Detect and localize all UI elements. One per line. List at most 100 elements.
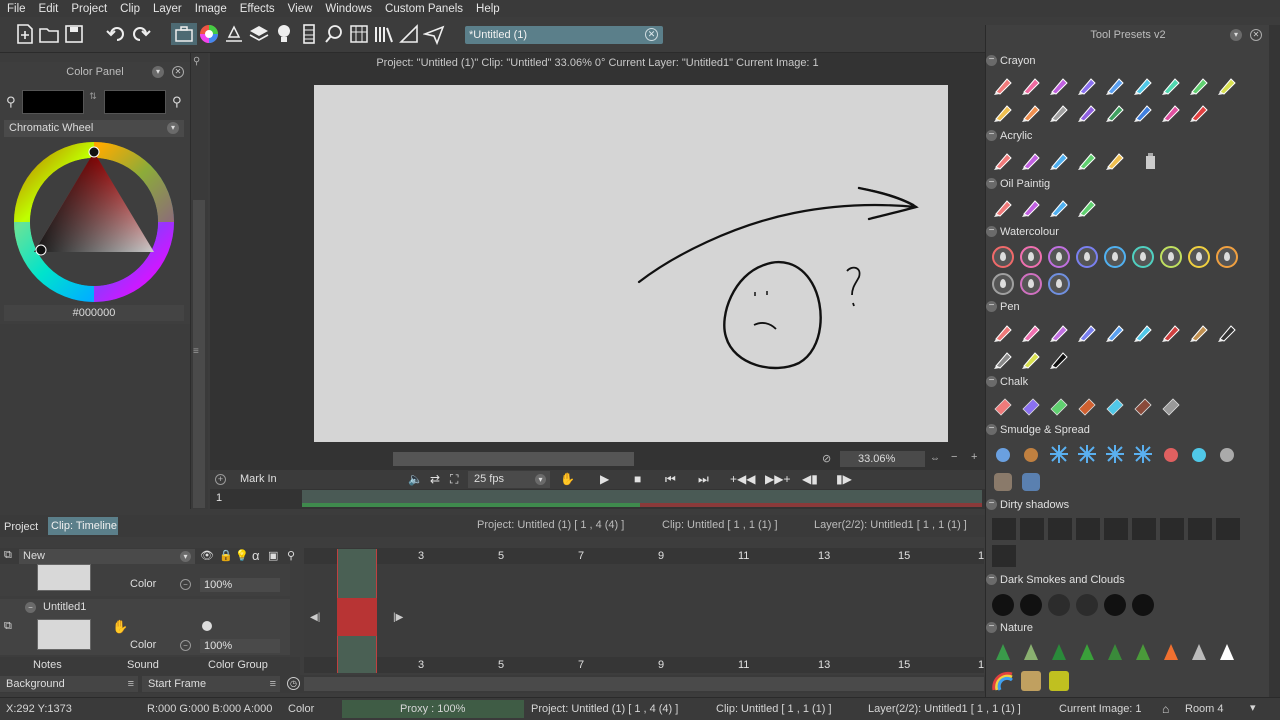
smudge-preset-icon[interactable] <box>1160 443 1182 465</box>
nature-preset-icon[interactable] <box>1104 642 1126 664</box>
trim-right-icon[interactable]: |▶ <box>393 612 403 623</box>
spray-can-icon[interactable] <box>1138 149 1160 171</box>
pin-icon[interactable]: ⚲ <box>193 56 200 67</box>
pen-preset-icon[interactable] <box>1160 321 1182 343</box>
nature-preset-icon[interactable] <box>1132 642 1154 664</box>
toolbox-icon[interactable] <box>171 23 197 45</box>
oil-preset-icon[interactable] <box>992 196 1014 218</box>
watercolour-preset-icon[interactable] <box>1132 246 1154 268</box>
stop-icon[interactable]: ■ <box>634 470 641 489</box>
smoke-preset-icon[interactable] <box>1020 594 1042 616</box>
chalk-preset-icon[interactable] <box>1160 395 1182 417</box>
oil-preset-icon[interactable] <box>1076 196 1098 218</box>
eyedropper-icon[interactable]: ⚲ <box>172 94 182 110</box>
previous-frame-icon[interactable]: ◀▮ <box>802 470 818 489</box>
mark-in-label[interactable]: Mark In <box>240 473 277 485</box>
crayon-preset-icon[interactable] <box>992 101 1014 123</box>
nature-preset-icon[interactable] <box>1048 670 1070 692</box>
watercolour-preset-icon[interactable] <box>1216 246 1238 268</box>
collapse-icon[interactable]: ▾ <box>152 66 164 78</box>
primary-color-swatch[interactable] <box>22 90 84 114</box>
menu-icon[interactable]: ≡ <box>270 676 276 692</box>
brush-stack-icon[interactable] <box>223 23 245 45</box>
acrylic-preset-icon[interactable] <box>1076 149 1098 171</box>
crayon-preset-icon[interactable] <box>1216 74 1238 96</box>
menu-file[interactable]: File <box>0 3 32 15</box>
chalk-preset-icon[interactable] <box>1104 395 1126 417</box>
tab-notes[interactable]: Notes <box>33 659 62 671</box>
smudge-preset-icon[interactable] <box>1132 443 1154 465</box>
shadow-texture-preset[interactable] <box>992 518 1016 540</box>
tab-clip-timeline[interactable]: Clip: Timeline <box>48 517 118 535</box>
crayon-preset-icon[interactable] <box>1048 101 1070 123</box>
chalk-preset-icon[interactable] <box>1048 395 1070 417</box>
smudge-preset-icon[interactable] <box>992 443 1014 465</box>
collapse-icon[interactable]: − <box>986 499 997 510</box>
menu-layer[interactable]: Layer <box>146 3 188 15</box>
lightbulb-icon[interactable] <box>273 23 295 45</box>
search-icon[interactable] <box>323 23 345 45</box>
minus-icon[interactable]: − <box>180 640 191 651</box>
next-key-icon[interactable]: ▶▶+ <box>765 470 790 489</box>
pen-preset-icon[interactable] <box>1048 348 1070 370</box>
eyedropper-icon[interactable]: ⚲ <box>6 94 16 110</box>
next-frame-icon[interactable]: ▮▶ <box>836 470 852 489</box>
nature-preset-icon[interactable] <box>1020 670 1042 692</box>
start-frame-field[interactable]: Start Frame ≡ <box>142 676 280 692</box>
clock-icon[interactable]: ◷ <box>287 677 300 690</box>
crayon-preset-icon[interactable] <box>1020 101 1042 123</box>
search-icon[interactable]: ⚲ <box>287 549 295 562</box>
crayon-preset-icon[interactable] <box>1048 74 1070 96</box>
collapse-icon[interactable]: − <box>986 574 997 585</box>
nature-preset-icon[interactable] <box>1160 642 1182 664</box>
crayon-preset-icon[interactable] <box>1104 74 1126 96</box>
collapse-icon[interactable]: − <box>986 301 997 312</box>
shadow-texture-preset[interactable] <box>1020 518 1044 540</box>
collapse-icon[interactable]: − <box>986 622 997 633</box>
menu-clip[interactable]: Clip <box>113 3 146 15</box>
frame-scrubber[interactable]: 1 <box>210 490 985 509</box>
shadow-texture-preset[interactable] <box>1104 518 1128 540</box>
nature-preset-icon[interactable] <box>992 670 1014 692</box>
grip-icon[interactable]: ≡ <box>193 346 199 357</box>
acrylic-preset-icon[interactable] <box>992 149 1014 171</box>
chromatic-wheel[interactable] <box>14 142 174 302</box>
pen-preset-icon[interactable] <box>1048 321 1070 343</box>
layer-name[interactable]: Untitled1 <box>43 601 86 613</box>
watercolour-preset-icon[interactable] <box>1188 246 1210 268</box>
trim-left-icon[interactable]: ◀| <box>310 612 320 623</box>
new-file-icon[interactable] <box>14 23 36 45</box>
watercolour-preset-icon[interactable] <box>1020 246 1042 268</box>
close-icon[interactable]: ✕ <box>172 66 184 78</box>
pen-preset-icon[interactable] <box>1216 321 1238 343</box>
smudge-preset-icon[interactable] <box>1188 443 1210 465</box>
close-icon[interactable]: ✕ <box>645 28 658 41</box>
section-dirty-shadows[interactable]: − Dirty shadows <box>986 498 1069 512</box>
watercolour-preset-icon[interactable] <box>1076 246 1098 268</box>
document-tab[interactable]: *Untitled (1) ✕ <box>465 26 663 44</box>
shadow-texture-preset[interactable] <box>1188 518 1212 540</box>
zoom-out-icon[interactable]: − <box>951 451 957 463</box>
smoke-preset-icon[interactable] <box>1104 594 1126 616</box>
oil-preset-icon[interactable] <box>1048 196 1070 218</box>
smudge-preset-icon[interactable] <box>1048 443 1070 465</box>
pen-preset-icon[interactable] <box>1020 348 1042 370</box>
shadow-texture-preset[interactable] <box>992 545 1016 567</box>
smudge-preset-icon[interactable] <box>1020 443 1042 465</box>
room-selector[interactable]: Room 4 <box>1185 703 1224 715</box>
play-icon[interactable]: ▶ <box>600 470 609 489</box>
section-nature[interactable]: − Nature <box>986 621 1033 635</box>
section-pen[interactable]: − Pen <box>986 300 1020 314</box>
nature-preset-icon[interactable] <box>1216 642 1238 664</box>
chalk-preset-icon[interactable] <box>1076 395 1098 417</box>
new-layer-dropdown[interactable]: New ▾ <box>19 549 195 564</box>
section-oil-painting[interactable]: − Oil Paintig <box>986 177 1050 191</box>
save-icon[interactable] <box>63 23 85 45</box>
menu-windows[interactable]: Windows <box>318 3 378 15</box>
lock-icon[interactable]: 🔒 <box>219 549 233 562</box>
tab-sound[interactable]: Sound <box>127 659 159 671</box>
section-chalk[interactable]: − Chalk <box>986 375 1028 389</box>
timeline-sheet-icon[interactable] <box>348 23 370 45</box>
previous-key-icon[interactable]: +◀◀ <box>730 470 755 489</box>
secondary-color-swatch[interactable] <box>104 90 166 114</box>
